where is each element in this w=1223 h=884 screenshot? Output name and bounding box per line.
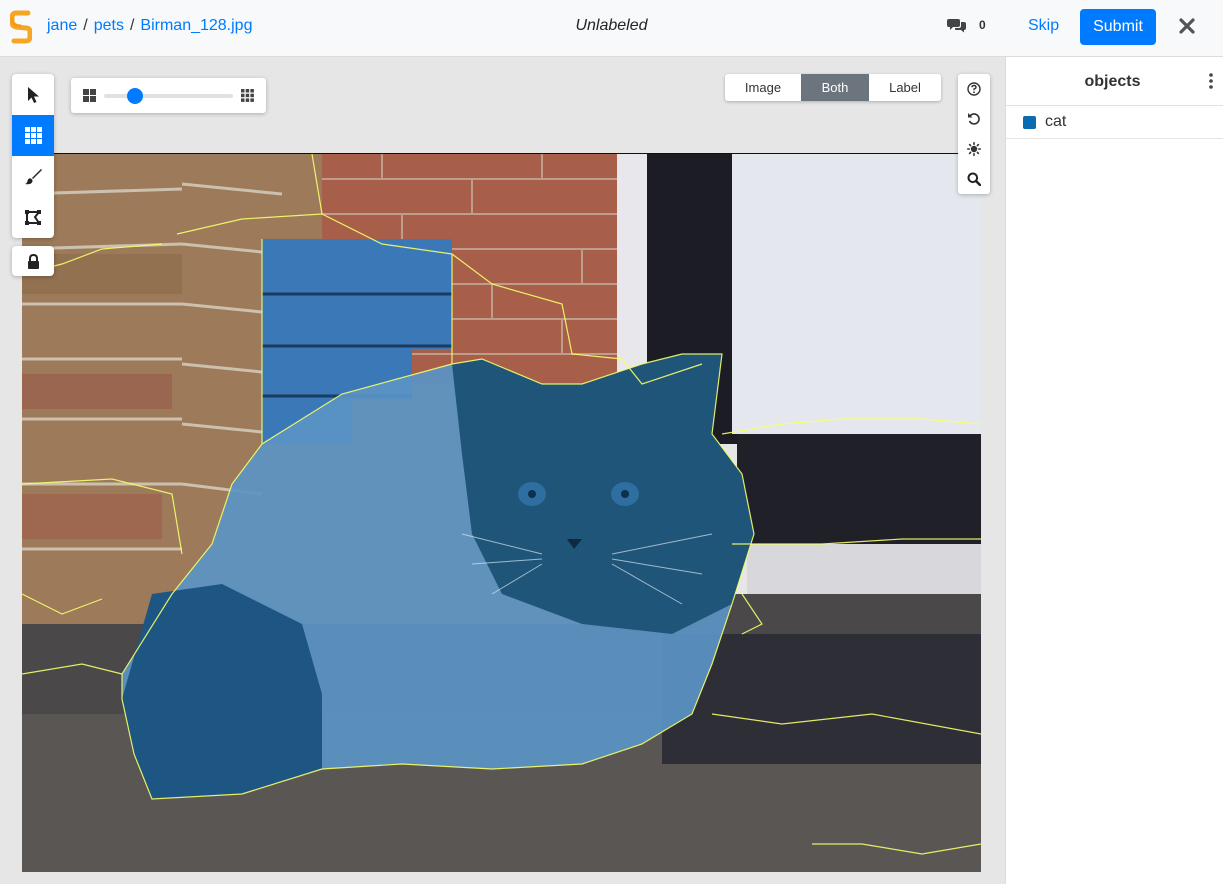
settings-button[interactable]: [958, 134, 990, 164]
zoom-button[interactable]: [958, 164, 990, 194]
breadcrumb-separator: /: [129, 17, 135, 34]
object-item-cat[interactable]: cat: [1006, 106, 1223, 139]
top-bar: jane / pets / Birman_128.jpg Unlabeled 0 Ski…: [0, 0, 1223, 57]
annotation-image[interactable]: [22, 153, 981, 872]
view-image-button[interactable]: Image: [725, 74, 801, 101]
breadcrumb-user[interactable]: jane: [47, 17, 77, 34]
brush-tool-button[interactable]: [12, 156, 54, 197]
view-label-button[interactable]: Label: [869, 74, 941, 101]
superpixel-size-control: [71, 78, 266, 113]
fine-grid-icon[interactable]: [241, 89, 254, 102]
lock-icon: [27, 253, 39, 269]
superpixel-slider-thumb[interactable]: [126, 88, 143, 104]
grid-icon: [24, 127, 42, 144]
view-both-button[interactable]: Both: [801, 74, 869, 101]
submit-button[interactable]: Submit: [1080, 9, 1156, 45]
superpixel-tool-button[interactable]: [12, 115, 54, 156]
sidebar-title: objects: [1084, 73, 1141, 90]
more-options-icon[interactable]: [1209, 73, 1213, 89]
image-canvas: [22, 154, 981, 872]
undo-button[interactable]: [958, 104, 990, 134]
breadcrumb: jane / pets / Birman_128.jpg: [47, 17, 252, 35]
breadcrumb-project[interactable]: pets: [94, 17, 124, 34]
breadcrumb-file[interactable]: Birman_128.jpg: [140, 17, 252, 34]
comments-button[interactable]: 0: [947, 17, 986, 33]
object-label: cat: [1045, 113, 1067, 130]
undo-icon: [968, 113, 980, 125]
objects-sidebar: objects cat: [1005, 57, 1223, 884]
coarse-grid-icon[interactable]: [83, 89, 96, 102]
lock-button[interactable]: [12, 246, 54, 276]
select-tool-button[interactable]: [12, 74, 54, 115]
help-icon: [967, 82, 981, 96]
close-icon[interactable]: [1176, 15, 1198, 37]
paintbrush-icon: [24, 169, 42, 185]
superpixel-slider[interactable]: [104, 88, 233, 104]
tool-palette: [12, 74, 54, 238]
view-mode-toggle: Image Both Label: [725, 74, 941, 101]
magnifier-icon: [967, 172, 981, 186]
breadcrumb-separator: /: [83, 17, 88, 34]
help-button[interactable]: [958, 74, 990, 104]
canvas-tools: [958, 74, 990, 194]
comment-count: 0: [979, 18, 986, 32]
comments-icon: [947, 19, 966, 33]
brightness-icon: [967, 142, 981, 156]
polygon-icon: [24, 210, 41, 225]
skip-button[interactable]: Skip: [1028, 17, 1059, 35]
sidebar-header: objects: [1006, 57, 1223, 106]
cursor-icon: [28, 86, 39, 103]
polygon-tool-button[interactable]: [12, 197, 54, 238]
object-color-swatch: [1023, 115, 1036, 129]
app-logo: [10, 10, 32, 44]
